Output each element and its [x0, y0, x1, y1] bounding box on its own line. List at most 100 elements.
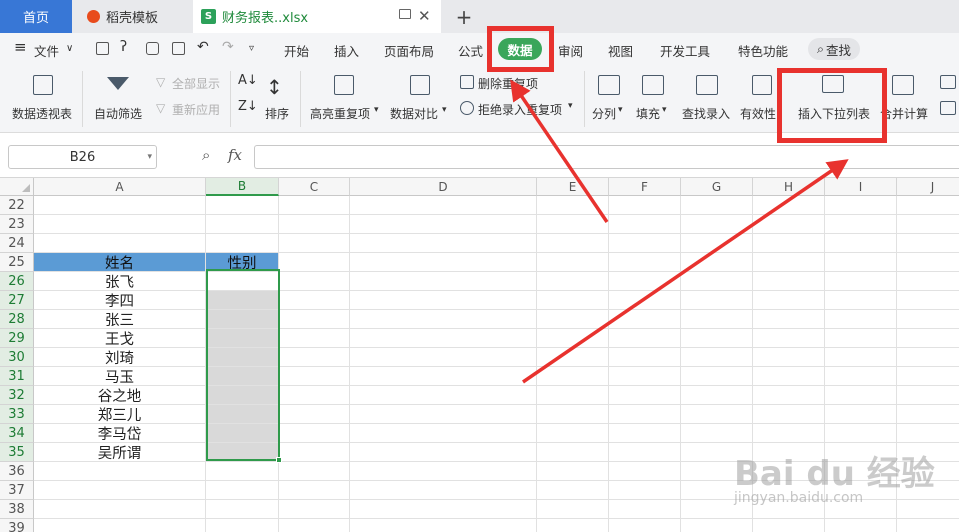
row-header[interactable]: 35	[0, 443, 34, 462]
cell[interactable]	[350, 234, 537, 253]
cell[interactable]	[279, 272, 350, 291]
hamburger-icon[interactable]: ≡	[14, 38, 27, 56]
gender-cell[interactable]	[206, 329, 279, 348]
cell[interactable]	[897, 500, 959, 519]
cell[interactable]	[537, 291, 609, 310]
cell[interactable]	[753, 253, 825, 272]
fx-icon[interactable]: fx	[228, 146, 242, 164]
row-header[interactable]: 24	[0, 234, 34, 253]
menu-special[interactable]: 特色功能	[738, 41, 788, 60]
select-all-corner[interactable]	[0, 178, 34, 196]
cell[interactable]	[537, 329, 609, 348]
cell[interactable]	[681, 329, 753, 348]
window-monitor-icon[interactable]	[399, 9, 411, 19]
row-header[interactable]: 39	[0, 519, 34, 532]
cell[interactable]	[609, 272, 681, 291]
cell[interactable]	[206, 196, 279, 215]
cell[interactable]	[34, 234, 206, 253]
cell[interactable]	[279, 405, 350, 424]
undo-icon[interactable]: ↶	[197, 39, 209, 55]
cell[interactable]	[897, 405, 959, 424]
name-box[interactable]: B26 ▾	[8, 145, 157, 169]
name-cell[interactable]: 李马岱	[34, 424, 206, 443]
cell[interactable]	[279, 234, 350, 253]
cell[interactable]	[897, 348, 959, 367]
cell[interactable]	[537, 234, 609, 253]
cell[interactable]	[825, 253, 897, 272]
cell[interactable]	[350, 386, 537, 405]
cell[interactable]	[825, 367, 897, 386]
show-all-button[interactable]: 全部显示	[172, 75, 220, 92]
cell[interactable]	[279, 215, 350, 234]
row-header[interactable]: 34	[0, 424, 34, 443]
column-header[interactable]: E	[537, 178, 609, 196]
menu-page-layout[interactable]: 页面布局	[384, 41, 434, 60]
cell[interactable]	[350, 272, 537, 291]
close-tab-icon[interactable]: ✕	[418, 7, 431, 25]
cell[interactable]	[609, 443, 681, 462]
cell[interactable]	[537, 367, 609, 386]
column-header[interactable]: I	[825, 178, 897, 196]
cell[interactable]	[753, 405, 825, 424]
cell[interactable]	[609, 424, 681, 443]
cell[interactable]	[350, 329, 537, 348]
cell[interactable]	[350, 253, 537, 272]
cell[interactable]	[609, 386, 681, 405]
chevron-down-icon[interactable]: ∨	[66, 43, 73, 54]
cell[interactable]	[350, 462, 537, 481]
cell[interactable]	[681, 386, 753, 405]
cell[interactable]	[537, 405, 609, 424]
cell[interactable]	[753, 329, 825, 348]
validity-button[interactable]: 有效性	[738, 69, 784, 127]
cell[interactable]	[825, 348, 897, 367]
row-header[interactable]: 29	[0, 329, 34, 348]
cell[interactable]	[206, 462, 279, 481]
cell[interactable]	[897, 386, 959, 405]
menu-data[interactable]: 数据	[498, 38, 542, 60]
cell[interactable]	[279, 462, 350, 481]
cell[interactable]	[681, 405, 753, 424]
sort-ascending-icon[interactable]: A↓	[238, 73, 258, 88]
cell[interactable]	[34, 500, 206, 519]
cell[interactable]	[609, 196, 681, 215]
row-header[interactable]: 26	[0, 272, 34, 291]
delete-duplicates-button[interactable]: 删除重复项	[478, 75, 538, 92]
cell[interactable]	[279, 367, 350, 386]
cell[interactable]	[753, 291, 825, 310]
row-header[interactable]: 30	[0, 348, 34, 367]
column-header[interactable]: G	[681, 178, 753, 196]
row-header[interactable]: 25	[0, 253, 34, 272]
row-header[interactable]: 22	[0, 196, 34, 215]
cell[interactable]	[681, 291, 753, 310]
more-chevron-icon[interactable]: ▿	[249, 43, 254, 54]
menu-file[interactable]: 文件	[34, 41, 59, 60]
column-header[interactable]: B	[206, 178, 279, 196]
menu-start[interactable]: 开始	[284, 41, 309, 60]
name-cell[interactable]: 王戈	[34, 329, 206, 348]
active-cell[interactable]	[206, 272, 279, 291]
cell[interactable]	[350, 367, 537, 386]
cell[interactable]	[825, 424, 897, 443]
search-button[interactable]: ⌕ 查找	[808, 38, 860, 60]
cell[interactable]	[279, 424, 350, 443]
cell[interactable]	[350, 424, 537, 443]
more-tools-icon[interactable]	[940, 75, 956, 89]
cell[interactable]	[609, 215, 681, 234]
cell[interactable]	[34, 481, 206, 500]
fill-button[interactable]: 填充 ▾	[634, 69, 674, 127]
print-preview-icon[interactable]	[172, 42, 185, 55]
redo-icon[interactable]: ↷	[222, 39, 234, 55]
cell[interactable]	[753, 272, 825, 291]
row-header[interactable]: 32	[0, 386, 34, 405]
cell[interactable]	[825, 310, 897, 329]
cell[interactable]	[537, 424, 609, 443]
gender-cell[interactable]	[206, 291, 279, 310]
cell[interactable]	[753, 234, 825, 253]
cell[interactable]	[609, 500, 681, 519]
cell[interactable]	[609, 348, 681, 367]
menu-developer[interactable]: 开发工具	[660, 41, 710, 60]
row-header[interactable]: 38	[0, 500, 34, 519]
cell[interactable]	[279, 253, 350, 272]
cell[interactable]	[681, 348, 753, 367]
cell[interactable]	[897, 519, 959, 532]
